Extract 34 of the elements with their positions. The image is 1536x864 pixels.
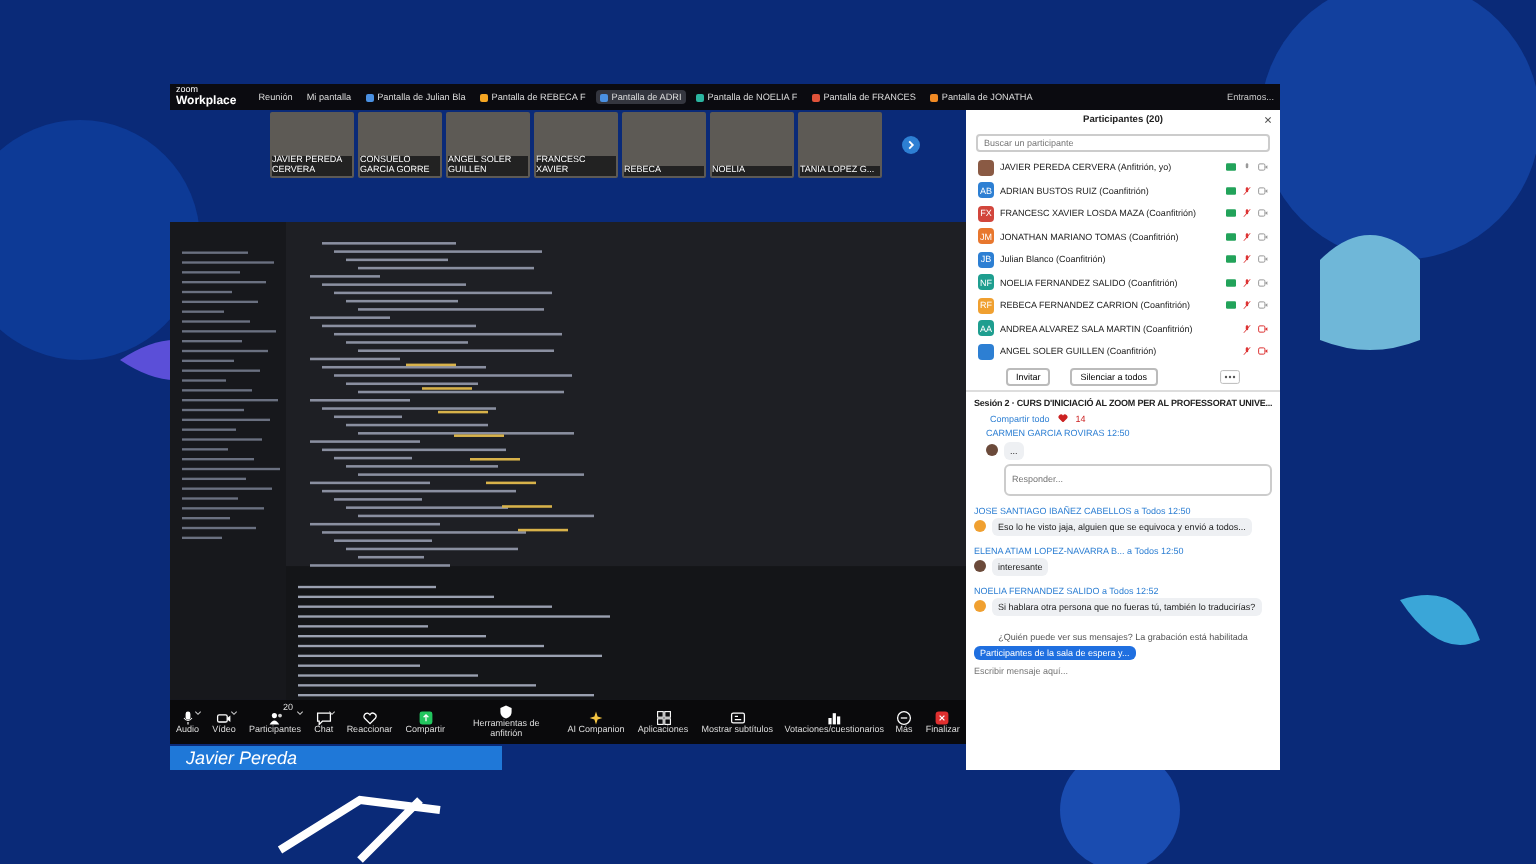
people-icon [267, 709, 284, 726]
camera-icon [1258, 254, 1268, 265]
more-icon [896, 709, 913, 726]
end-icon [934, 709, 951, 726]
name-banner: Javier Pereda [170, 746, 502, 771]
camera-icon [1258, 162, 1268, 173]
caret-icon[interactable] [295, 710, 304, 717]
camera-off-icon [1258, 346, 1268, 357]
poll-icon [826, 709, 843, 726]
cc-icon [729, 709, 746, 726]
camera-icon [1258, 185, 1268, 196]
camera-icon [1258, 300, 1268, 311]
heart-icon [361, 709, 378, 726]
camera-icon [1258, 277, 1268, 288]
shield-icon [498, 704, 515, 721]
camera-icon [216, 709, 233, 726]
jellyfish-drawing [1320, 235, 1420, 350]
fish-drawing [1400, 595, 1480, 645]
next-page-icon[interactable] [902, 135, 920, 154]
camera-icon [1258, 231, 1268, 242]
heart-icon [1057, 413, 1068, 423]
avatar-photo-placeholder [986, 444, 998, 456]
camera-off-icon [1258, 323, 1268, 334]
chat-icon [315, 709, 332, 726]
caret-icon[interactable] [193, 710, 202, 717]
caret-icon[interactable] [229, 710, 238, 717]
camera-icon [1258, 208, 1268, 219]
sparkle-icon [587, 709, 604, 726]
close-icon[interactable] [1264, 116, 1272, 124]
share-icon [417, 709, 434, 726]
caret-icon[interactable] [327, 710, 336, 717]
mic-icon [179, 709, 196, 726]
apps-icon [655, 709, 671, 726]
more-icon[interactable] [1220, 369, 1240, 383]
